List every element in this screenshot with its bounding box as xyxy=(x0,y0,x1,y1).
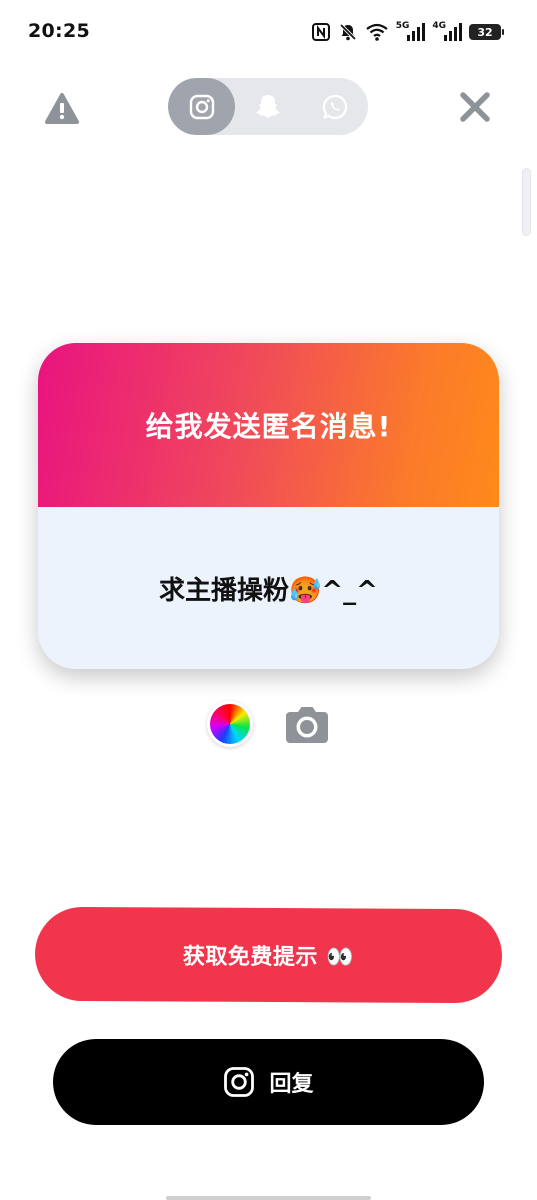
scrollbar[interactable] xyxy=(522,168,531,236)
bell-muted-icon xyxy=(338,22,358,42)
snapchat-icon xyxy=(255,94,280,118)
battery-icon: 32 xyxy=(469,24,504,40)
reply-label: 回复 xyxy=(269,1072,314,1097)
camera-icon xyxy=(286,707,328,743)
close-button[interactable] xyxy=(456,88,494,126)
whatsapp-icon xyxy=(322,94,347,119)
wifi-icon xyxy=(365,22,389,42)
close-icon xyxy=(460,92,490,122)
warning-icon xyxy=(45,93,79,124)
home-indicator[interactable] xyxy=(166,1196,371,1200)
card-header: 给我发送匿名消息! xyxy=(38,343,499,507)
message-card: 给我发送匿名消息! 求主播操粉🥵^_^ xyxy=(38,343,499,669)
status-bar: 20:25 5G 4G 32 xyxy=(0,0,537,64)
instagram-icon xyxy=(224,1067,255,1097)
color-wheel-icon[interactable] xyxy=(210,704,250,744)
card-message: 求主播操粉🥵^_^ xyxy=(159,575,378,606)
signal-4g-icon: 4G xyxy=(432,21,462,42)
reply-button[interactable]: 回复 xyxy=(53,1039,484,1125)
tab-instagram[interactable] xyxy=(168,78,235,135)
camera-button[interactable] xyxy=(284,702,330,746)
card-body: 求主播操粉🥵^_^ xyxy=(38,507,499,669)
status-time: 20:25 xyxy=(28,20,90,42)
instagram-icon xyxy=(189,94,214,119)
nfc-icon xyxy=(311,22,331,42)
status-icons: 5G 4G 32 xyxy=(311,20,504,44)
signal-5g-icon: 5G xyxy=(396,21,426,42)
platform-switch xyxy=(168,78,368,135)
report-button[interactable] xyxy=(44,92,80,126)
card-title: 给我发送匿名消息! xyxy=(145,410,392,443)
tab-whatsapp[interactable] xyxy=(301,78,368,135)
tab-snapchat[interactable] xyxy=(234,78,301,135)
free-hint-button[interactable]: 获取免费提示 👀 xyxy=(34,906,503,1004)
free-hint-label: 获取免费提示 👀 xyxy=(182,944,355,971)
